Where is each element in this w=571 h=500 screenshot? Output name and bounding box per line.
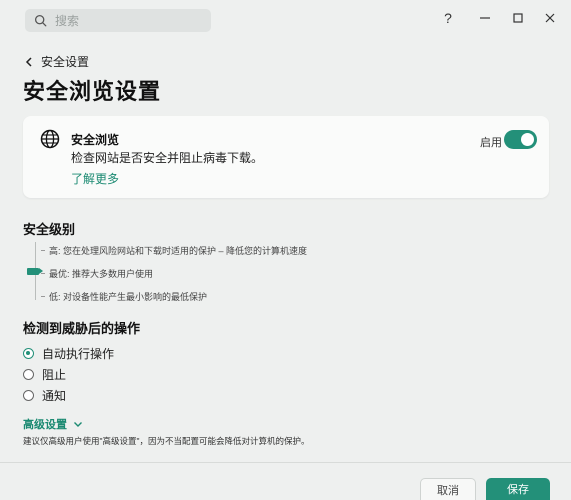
tick-mark — [41, 250, 45, 251]
radio-button-selected[interactable] — [23, 348, 34, 359]
slider-handle[interactable] — [27, 268, 43, 275]
search-input[interactable] — [53, 12, 207, 29]
title-bar: ? — [0, 0, 571, 40]
card-description: 检查网站是否安全并阻止病毒下载。 — [71, 151, 264, 165]
level-optimal[interactable]: 最优: 推荐大多数用户使用 — [41, 267, 153, 280]
level-low[interactable]: 低: 对设备性能产生最小影响的最低保护 — [41, 290, 207, 303]
radio-label: 阻止 — [42, 368, 67, 382]
level-high-label: 高: 您在处理风险网站和下载时适用的保护 – 降低您的计算机速度 — [49, 246, 308, 256]
radio-block[interactable]: 阻止 — [23, 366, 66, 383]
level-low-label: 低: 对设备性能产生最小影响的最低保护 — [49, 292, 208, 302]
radio-notify[interactable]: 通知 — [23, 387, 66, 404]
advanced-settings-link[interactable]: 高级设置 — [23, 416, 83, 432]
minimize-icon[interactable] — [474, 7, 496, 29]
cancel-button[interactable]: 取消 — [420, 478, 476, 500]
safe-browsing-toggle[interactable] — [504, 130, 537, 149]
close-icon[interactable] — [539, 7, 561, 29]
toggle-knob — [521, 133, 534, 146]
back-label: 安全设置 — [41, 55, 90, 69]
chevron-left-icon — [25, 56, 32, 67]
radio-auto-action[interactable]: 自动执行操作 — [23, 345, 114, 362]
radio-label: 自动执行操作 — [42, 347, 115, 361]
globe-icon — [40, 129, 60, 149]
search-box[interactable] — [25, 9, 211, 32]
radio-button[interactable] — [23, 369, 34, 380]
chevron-down-icon — [74, 422, 82, 427]
security-level-slider[interactable]: 高: 您在处理风险网站和下载时适用的保护 – 降低您的计算机速度 最优: 推荐大… — [23, 242, 443, 304]
safe-browsing-card: 安全浏览 检查网站是否安全并阻止病毒下载。 了解更多 启用 — [23, 116, 549, 198]
footer-divider — [0, 462, 571, 463]
save-button[interactable]: 保存 — [486, 478, 550, 500]
radio-button[interactable] — [23, 390, 34, 401]
tick-mark — [41, 273, 45, 274]
advanced-settings-label: 高级设置 — [23, 419, 67, 431]
advanced-settings-note: 建议仅高级用户使用"高级设置"，因为不当配置可能会降低对计算机的保护。 — [23, 436, 310, 446]
level-optimal-label: 最优: 推荐大多数用户使用 — [49, 269, 154, 279]
security-level-title: 安全级别 — [23, 222, 76, 237]
toggle-label: 启用 — [480, 137, 502, 149]
help-icon[interactable]: ? — [437, 7, 459, 29]
search-icon — [34, 14, 47, 27]
learn-more-link[interactable]: 了解更多 — [71, 170, 119, 187]
card-title: 安全浏览 — [71, 133, 120, 147]
page-title: 安全浏览设置 — [23, 79, 162, 104]
back-link[interactable]: 安全设置 — [23, 53, 89, 70]
maximize-icon[interactable] — [507, 7, 529, 29]
threat-action-title: 检测到威胁后的操作 — [23, 321, 141, 336]
radio-label: 通知 — [42, 389, 67, 403]
tick-mark — [41, 296, 45, 297]
level-high[interactable]: 高: 您在处理风险网站和下载时适用的保护 – 降低您的计算机速度 — [41, 244, 307, 257]
